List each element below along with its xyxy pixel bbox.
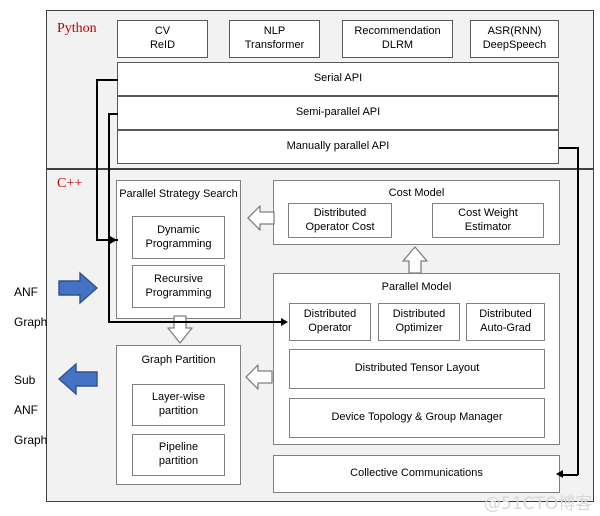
parallel-model-to-cost-model-arrow — [399, 246, 431, 274]
parallel-model-to-partition-arrow — [245, 361, 273, 393]
parallel-model-title: Parallel Model — [381, 281, 452, 293]
api-row-label: Semi-parallel API — [295, 106, 381, 119]
manual-parallel-arrowhead — [556, 470, 563, 478]
app-box-asr-deepspeech[interactable]: ASR(RNN) DeepSpeech — [470, 20, 559, 58]
distributed-operator-box[interactable]: Distributed Operator — [289, 303, 371, 341]
anf-graph-input-label: ANF Graph — [14, 285, 48, 329]
semi-parallel-connector-into-operator — [108, 321, 283, 323]
python-layer-label: Python — [57, 21, 97, 36]
semi-parallel-arrowhead — [281, 318, 288, 326]
serial-api-connector-top — [96, 79, 118, 81]
architecture-diagram: Python CV ReID NLP Transformer Recommend… — [0, 0, 600, 516]
dynamic-programming-text: Dynamic Programming — [145, 223, 212, 250]
recursive-programming-box[interactable]: Recursive Programming — [132, 265, 225, 308]
distributed-tensor-layout-label: Distributed Tensor Layout — [354, 362, 480, 375]
cost-weight-estimator-box[interactable]: Cost Weight Estimator — [432, 203, 544, 238]
parallel-strategy-search-title: Parallel Strategy Search — [119, 188, 238, 200]
distributed-auto-grad-box[interactable]: Distributed Auto-Grad — [466, 303, 545, 341]
serial-api-arrowhead — [110, 236, 117, 244]
app-box-text: ASR(RNN) DeepSpeech — [482, 25, 547, 51]
serial-api-connector-vertical — [96, 79, 98, 240]
api-row-label: Serial API — [313, 72, 363, 85]
api-row-serial[interactable]: Serial API — [117, 62, 559, 96]
sub-anf-graph-output-label: Sub ANF Graph — [14, 373, 48, 447]
anf-graph-input-arrow — [58, 271, 98, 305]
cost-model-title: Cost Model — [388, 187, 445, 199]
distributed-operator-cost-box[interactable]: Distributed Operator Cost — [288, 203, 392, 238]
manual-parallel-connector-top — [559, 147, 578, 149]
api-row-semi-parallel[interactable]: Semi-parallel API — [117, 96, 559, 130]
app-box-nlp-transformer[interactable]: NLP Transformer — [229, 20, 320, 58]
pipeline-partition-box[interactable]: Pipeline partition — [132, 434, 225, 476]
device-topology-group-manager-label: Device Topology & Group Manager — [331, 411, 503, 424]
layer-wise-partition-box[interactable]: Layer-wise partition — [132, 384, 225, 426]
api-row-label: Manually parallel API — [286, 140, 390, 153]
sub-anf-graph-output-arrow — [58, 362, 98, 396]
watermark: @51CTO博客 — [484, 494, 593, 514]
strategy-to-partition-arrow — [164, 315, 196, 345]
cost-weight-estimator-text: Cost Weight Estimator — [458, 206, 518, 233]
device-topology-group-manager-box[interactable]: Device Topology & Group Manager — [289, 398, 545, 438]
recursive-programming-text: Recursive Programming — [145, 272, 212, 299]
collective-communications-label: Collective Communications — [350, 467, 483, 480]
cpp-layer-label: C++ — [57, 176, 83, 191]
semi-parallel-connector-vertical — [108, 113, 110, 322]
app-box-cv-reid[interactable]: CV ReID — [117, 20, 208, 58]
distributed-operator-cost-text: Distributed Operator Cost — [305, 206, 375, 233]
app-box-recommendation-dlrm[interactable]: Recommendation DLRM — [342, 20, 453, 58]
distributed-operator-text: Distributed Operator — [303, 308, 357, 334]
cost-model-to-strategy-arrow — [247, 202, 275, 234]
app-box-text: Recommendation DLRM — [354, 25, 441, 51]
manual-parallel-connector-vertical — [577, 147, 579, 475]
distributed-optimizer-text: Distributed Optimizer — [392, 308, 446, 334]
pipeline-partition-text: Pipeline partition — [158, 441, 199, 467]
collective-communications-box[interactable]: Collective Communications — [273, 455, 560, 493]
dynamic-programming-box[interactable]: Dynamic Programming — [132, 216, 225, 259]
app-box-text: CV ReID — [149, 25, 176, 51]
graph-partition-title: Graph Partition — [141, 354, 216, 366]
layer-wise-partition-text: Layer-wise partition — [151, 391, 206, 417]
distributed-tensor-layout-box[interactable]: Distributed Tensor Layout — [289, 349, 545, 389]
api-row-manually-parallel[interactable]: Manually parallel API — [117, 130, 559, 164]
distributed-optimizer-box[interactable]: Distributed Optimizer — [378, 303, 460, 341]
distributed-auto-grad-text: Distributed Auto-Grad — [479, 308, 532, 334]
app-box-text: NLP Transformer — [244, 25, 305, 51]
